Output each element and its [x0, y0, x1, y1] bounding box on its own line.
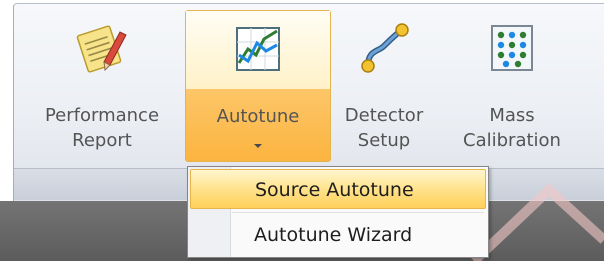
menu-separator: [232, 212, 484, 213]
detector-setup-button[interactable]: Detector Setup: [333, 10, 435, 162]
menu-item-source-autotune[interactable]: Source Autotune: [190, 169, 486, 209]
label-line-1: Performance: [44, 105, 160, 126]
menu-item-autotune-wizard[interactable]: Autotune Wizard: [190, 215, 486, 255]
curve-connector-icon: [361, 23, 409, 73]
line-chart-icon: [236, 27, 280, 71]
dot-grid-icon: [491, 25, 533, 71]
detector-setup-label: Detector Setup: [333, 103, 435, 153]
label-line-2: Calibration: [463, 130, 561, 151]
mass-calibration-button[interactable]: Mass Calibration: [437, 10, 587, 162]
label-line-2: Report: [72, 130, 132, 151]
label-line-1: Autotune: [216, 106, 300, 127]
notepad-pencil-icon: [76, 25, 127, 73]
label-line-1: Detector: [344, 105, 424, 126]
label-line-1: Mass: [489, 105, 535, 126]
autotune-button[interactable]: Autotune: [185, 10, 331, 162]
label-line-2: Setup: [357, 130, 411, 151]
menu-item-label: Autotune Wizard: [254, 224, 413, 246]
autotune-dropdown-menu: Source Autotune Autotune Wizard: [187, 166, 489, 258]
autotune-label: Autotune: [186, 104, 330, 129]
mass-calibration-label: Mass Calibration: [437, 103, 587, 153]
performance-report-button[interactable]: Performance Report: [21, 10, 183, 162]
chevron-down-icon: [254, 144, 262, 148]
menu-item-label: Source Autotune: [255, 179, 414, 201]
performance-report-label: Performance Report: [21, 103, 183, 153]
